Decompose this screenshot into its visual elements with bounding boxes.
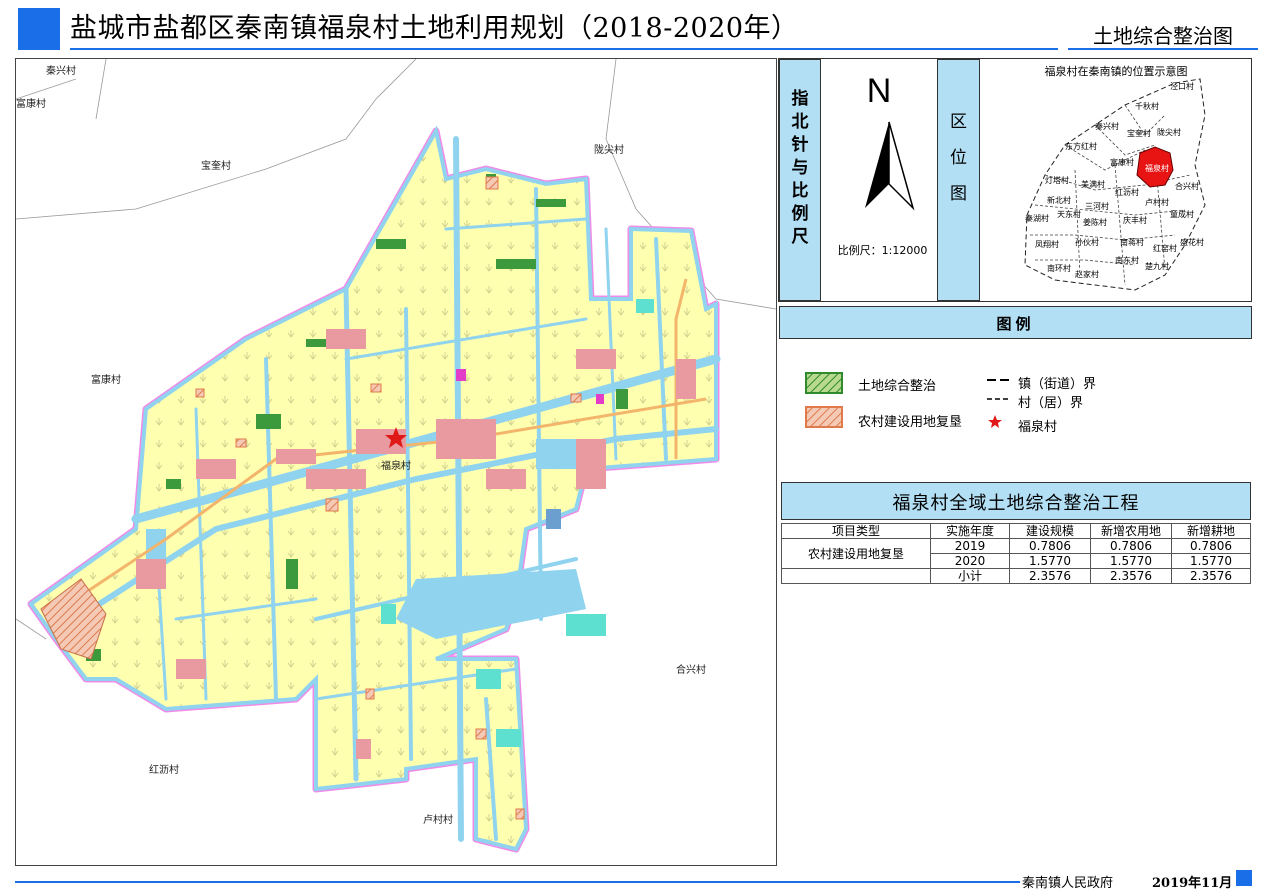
inset-label: 赵家村 [1075, 270, 1099, 279]
location-label: 区位图 [950, 112, 967, 204]
inset-label: 陇尖村 [1157, 128, 1181, 137]
table-cell: 1.5770 [1009, 553, 1091, 569]
legend-swatches [805, 372, 843, 428]
table-cell: 0.7806 [1171, 538, 1251, 554]
label-longjian: 陇尖村 [594, 145, 624, 156]
table-cell [781, 568, 931, 584]
table-cell: 2.3576 [1009, 568, 1091, 584]
inset-label: 楚九村 [1145, 262, 1169, 271]
legend-line-symbols [987, 379, 1011, 428]
table-header: 实施年度 [930, 523, 1010, 539]
inset-label: 东方红村 [1065, 142, 1097, 151]
legend-village-boundary: 村（居）界 [1018, 396, 1084, 411]
main-map[interactable]: 秦兴村 富康村 宝奎村 陇尖村 富康村 福泉村 合兴村 红沥村 卢村村 [15, 58, 777, 866]
footer-rule [15, 881, 1020, 883]
map-subtitle: 土地综合整治图 [1093, 24, 1233, 48]
inset-label: 美满村 [1081, 180, 1105, 189]
inset-label: 盛花村 [1180, 238, 1204, 247]
label-hongli: 红沥村 [149, 765, 179, 776]
inset-label: 南蒋村 [1120, 238, 1144, 247]
table-header: 项目类型 [781, 523, 931, 539]
scale-text: 比例尺：1:12000 [837, 244, 928, 257]
label-fukang-top: 富康村 [16, 99, 46, 110]
table-cell: 2.3576 [1090, 568, 1172, 584]
compass-label: 指北针与比例尺 [791, 89, 809, 247]
legend-title: 图例 [996, 315, 1035, 333]
inset-label: 泾口村 [1170, 82, 1194, 91]
inset-label: 天东村 [1057, 210, 1081, 219]
inset-label: 福泉村 [1145, 164, 1169, 173]
table-cell: 1.5770 [1171, 553, 1251, 569]
subtitle-underline [1068, 48, 1258, 50]
inset-label: 新北村 [1047, 196, 1071, 205]
label-qinxing: 秦兴村 [46, 66, 76, 77]
project-title: 福泉村全域土地综合整治工程 [892, 493, 1140, 514]
inset-label: 红窑村 [1153, 244, 1177, 253]
table-cell: 2020 [930, 553, 1010, 569]
project-type-cell: 农村建设用地复垦 [781, 538, 931, 569]
north-arrow-icon: N [865, 72, 915, 211]
header-brand-square [18, 8, 60, 50]
legend-village-marker: 福泉村 [1018, 420, 1058, 435]
inset-label: 千秋村 [1135, 102, 1159, 111]
table-header: 新增农用地 [1090, 523, 1172, 539]
village-star-legend-icon [988, 415, 1002, 428]
table-row: 农村建设用地复垦 2019 0.7806 0.7806 0.7806 [781, 538, 1251, 569]
footer-organization: 秦南镇人民政府 [1022, 876, 1114, 891]
inset-label: 卢村村 [1145, 198, 1169, 207]
table-cell: 小计 [930, 568, 1010, 584]
table-header: 建设规模 [1009, 523, 1091, 539]
table-cell: 2.3576 [1171, 568, 1251, 584]
inset-label: 秦湖村 [1025, 214, 1049, 223]
label-lucun: 卢村村 [423, 815, 453, 826]
label-fuquan: 福泉村 [381, 461, 411, 472]
inset-label: 宝奎村 [1127, 129, 1151, 138]
inset-label: 灯塔村 [1045, 176, 1069, 185]
table-header-row: 项目类型 实施年度 建设规模 新增农用地 新增耕地 [781, 523, 1251, 539]
footer-brand-square [1236, 870, 1252, 886]
table-row: 小计 2.3576 2.3576 2.3576 [781, 568, 1251, 584]
inset-village-labels: 泾口村 千秋村 秦兴村 宝奎村 陇尖村 东方红村 富康村 福泉村 灯塔村 美满村… [1015, 75, 1245, 297]
label-baokui: 宝奎村 [201, 161, 231, 172]
table-cell: 0.7806 [1009, 538, 1091, 554]
map-title: 盐城市盐都区秦南镇福泉村土地利用规划（2018-2020年） [70, 13, 799, 44]
inset-label: 孙伙村 [1075, 238, 1099, 247]
reclaim-swatch [805, 406, 843, 428]
table-cell: 0.7806 [1090, 538, 1172, 554]
inset-label: 三河村 [1085, 202, 1109, 211]
inset-label: 姜陈村 [1083, 218, 1107, 227]
project-table: 项目类型 实施年度 建设规模 新增农用地 新增耕地 农村建设用地复垦 2019 … [781, 523, 1251, 584]
table-cell: 2019 [930, 538, 1010, 554]
north-letter: N [867, 72, 892, 110]
table-header: 新增耕地 [1171, 523, 1251, 539]
inset-label: 南环村 [1047, 264, 1071, 273]
label-fukang: 富康村 [91, 375, 121, 386]
inset-label: 南东村 [1115, 256, 1139, 265]
label-hexing: 合兴村 [676, 665, 706, 676]
integration-swatch [805, 372, 843, 394]
footer-date: 2019年11月 [1152, 876, 1233, 891]
inset-label: 秦兴村 [1095, 122, 1119, 131]
inset-label: 红沥村 [1115, 188, 1139, 197]
legend-land-integration: 土地综合整治 [858, 379, 937, 394]
inset-label: 庆丰村 [1123, 216, 1147, 225]
legend-rural-reclaim: 农村建设用地复垦 [858, 415, 963, 430]
inset-label: 童成村 [1170, 210, 1194, 219]
title-underline [70, 48, 1058, 50]
table-cell: 1.5770 [1090, 553, 1172, 569]
inset-label: 富康村 [1110, 158, 1134, 167]
inset-label: 凤翔村 [1035, 240, 1059, 249]
inset-label: 合兴村 [1175, 182, 1199, 191]
legend-town-boundary: 镇（街道）界 [1018, 377, 1097, 392]
